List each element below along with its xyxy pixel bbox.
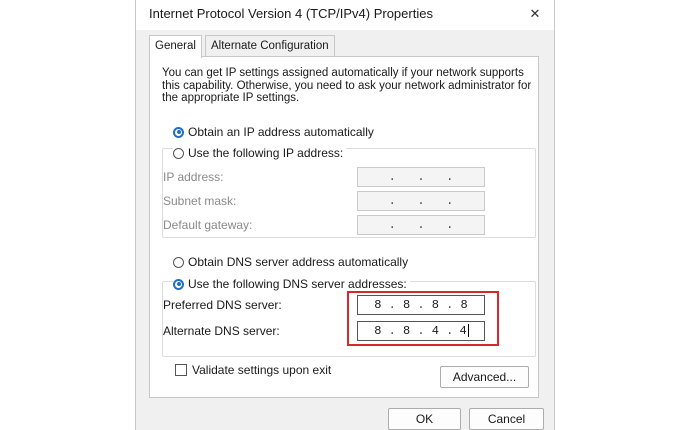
use-following-dns-radio[interactable]: Use the following DNS server addresses: <box>173 277 410 291</box>
octet-2: 8 <box>403 324 411 338</box>
obtain-dns-auto-label: Obtain DNS server address automatically <box>188 255 409 269</box>
general-panel: You can get IP settings assigned automat… <box>149 56 539 398</box>
obtain-ip-auto-radio[interactable]: Obtain an IP address automatically <box>173 125 377 139</box>
tab-general[interactable]: General <box>149 35 202 58</box>
preferred-dns-input[interactable]: 8. 8. 8. 8 <box>357 295 485 315</box>
checkbox-unchecked-icon <box>175 364 187 376</box>
octet-1: 8 <box>374 324 382 338</box>
validate-settings-label: Validate settings upon exit <box>192 363 332 377</box>
advanced-button[interactable]: Advanced... <box>440 366 529 388</box>
ok-button[interactable]: OK <box>388 408 461 430</box>
alternate-dns-row: Alternate DNS server: <box>163 321 363 343</box>
use-following-ip-radio[interactable]: Use the following IP address: <box>173 146 347 160</box>
use-following-dns-label: Use the following DNS server addresses: <box>188 277 407 291</box>
default-gateway-input[interactable]: . . . <box>357 215 485 235</box>
obtain-dns-auto-radio[interactable]: Obtain DNS server address automatically <box>173 255 412 269</box>
radio-unchecked-icon <box>173 256 184 268</box>
validate-settings-checkbox[interactable]: Validate settings upon exit <box>175 363 331 377</box>
subnet-mask-label: Subnet mask: <box>163 194 237 208</box>
octet-1: 8 <box>374 298 382 312</box>
alternate-dns-input[interactable]: 8. 8. 4. 4 <box>357 321 485 341</box>
cancel-button[interactable]: Cancel <box>469 408 544 430</box>
title-bar: Internet Protocol Version 4 (TCP/IPv4) P… <box>136 0 554 30</box>
radio-checked-icon <box>173 126 184 138</box>
obtain-ip-auto-label: Obtain an IP address automatically <box>188 125 374 139</box>
subnet-mask-input[interactable]: . . . <box>357 191 485 211</box>
close-button[interactable]: ✕ <box>520 1 550 27</box>
use-following-ip-label: Use the following IP address: <box>188 146 344 160</box>
octet-3: 4 <box>431 324 439 338</box>
default-gateway-label: Default gateway: <box>163 218 253 232</box>
octet-2: 8 <box>403 298 411 312</box>
octet-3: 8 <box>431 298 439 312</box>
ip-address-label: IP address: <box>163 170 224 184</box>
close-icon: ✕ <box>529 6 541 21</box>
tab-alternate-configuration[interactable]: Alternate Configuration <box>205 35 335 57</box>
preferred-dns-label: Preferred DNS server: <box>163 298 282 312</box>
dns-settings-group <box>162 281 536 357</box>
alternate-dns-label: Alternate DNS server: <box>163 324 280 338</box>
radio-unchecked-icon <box>173 147 184 159</box>
octet-4: 8 <box>460 298 468 312</box>
text-cursor <box>467 324 469 338</box>
octet-4: 4 <box>459 324 469 338</box>
window-title: Internet Protocol Version 4 (TCP/IPv4) P… <box>149 6 433 21</box>
octet-4-value: 4 <box>459 324 467 338</box>
ip-address-input[interactable]: . . . <box>357 167 485 187</box>
preferred-dns-row: Preferred DNS server: <box>163 295 363 317</box>
radio-checked-icon <box>173 278 184 290</box>
description-text: You can get IP settings assigned automat… <box>162 67 532 104</box>
